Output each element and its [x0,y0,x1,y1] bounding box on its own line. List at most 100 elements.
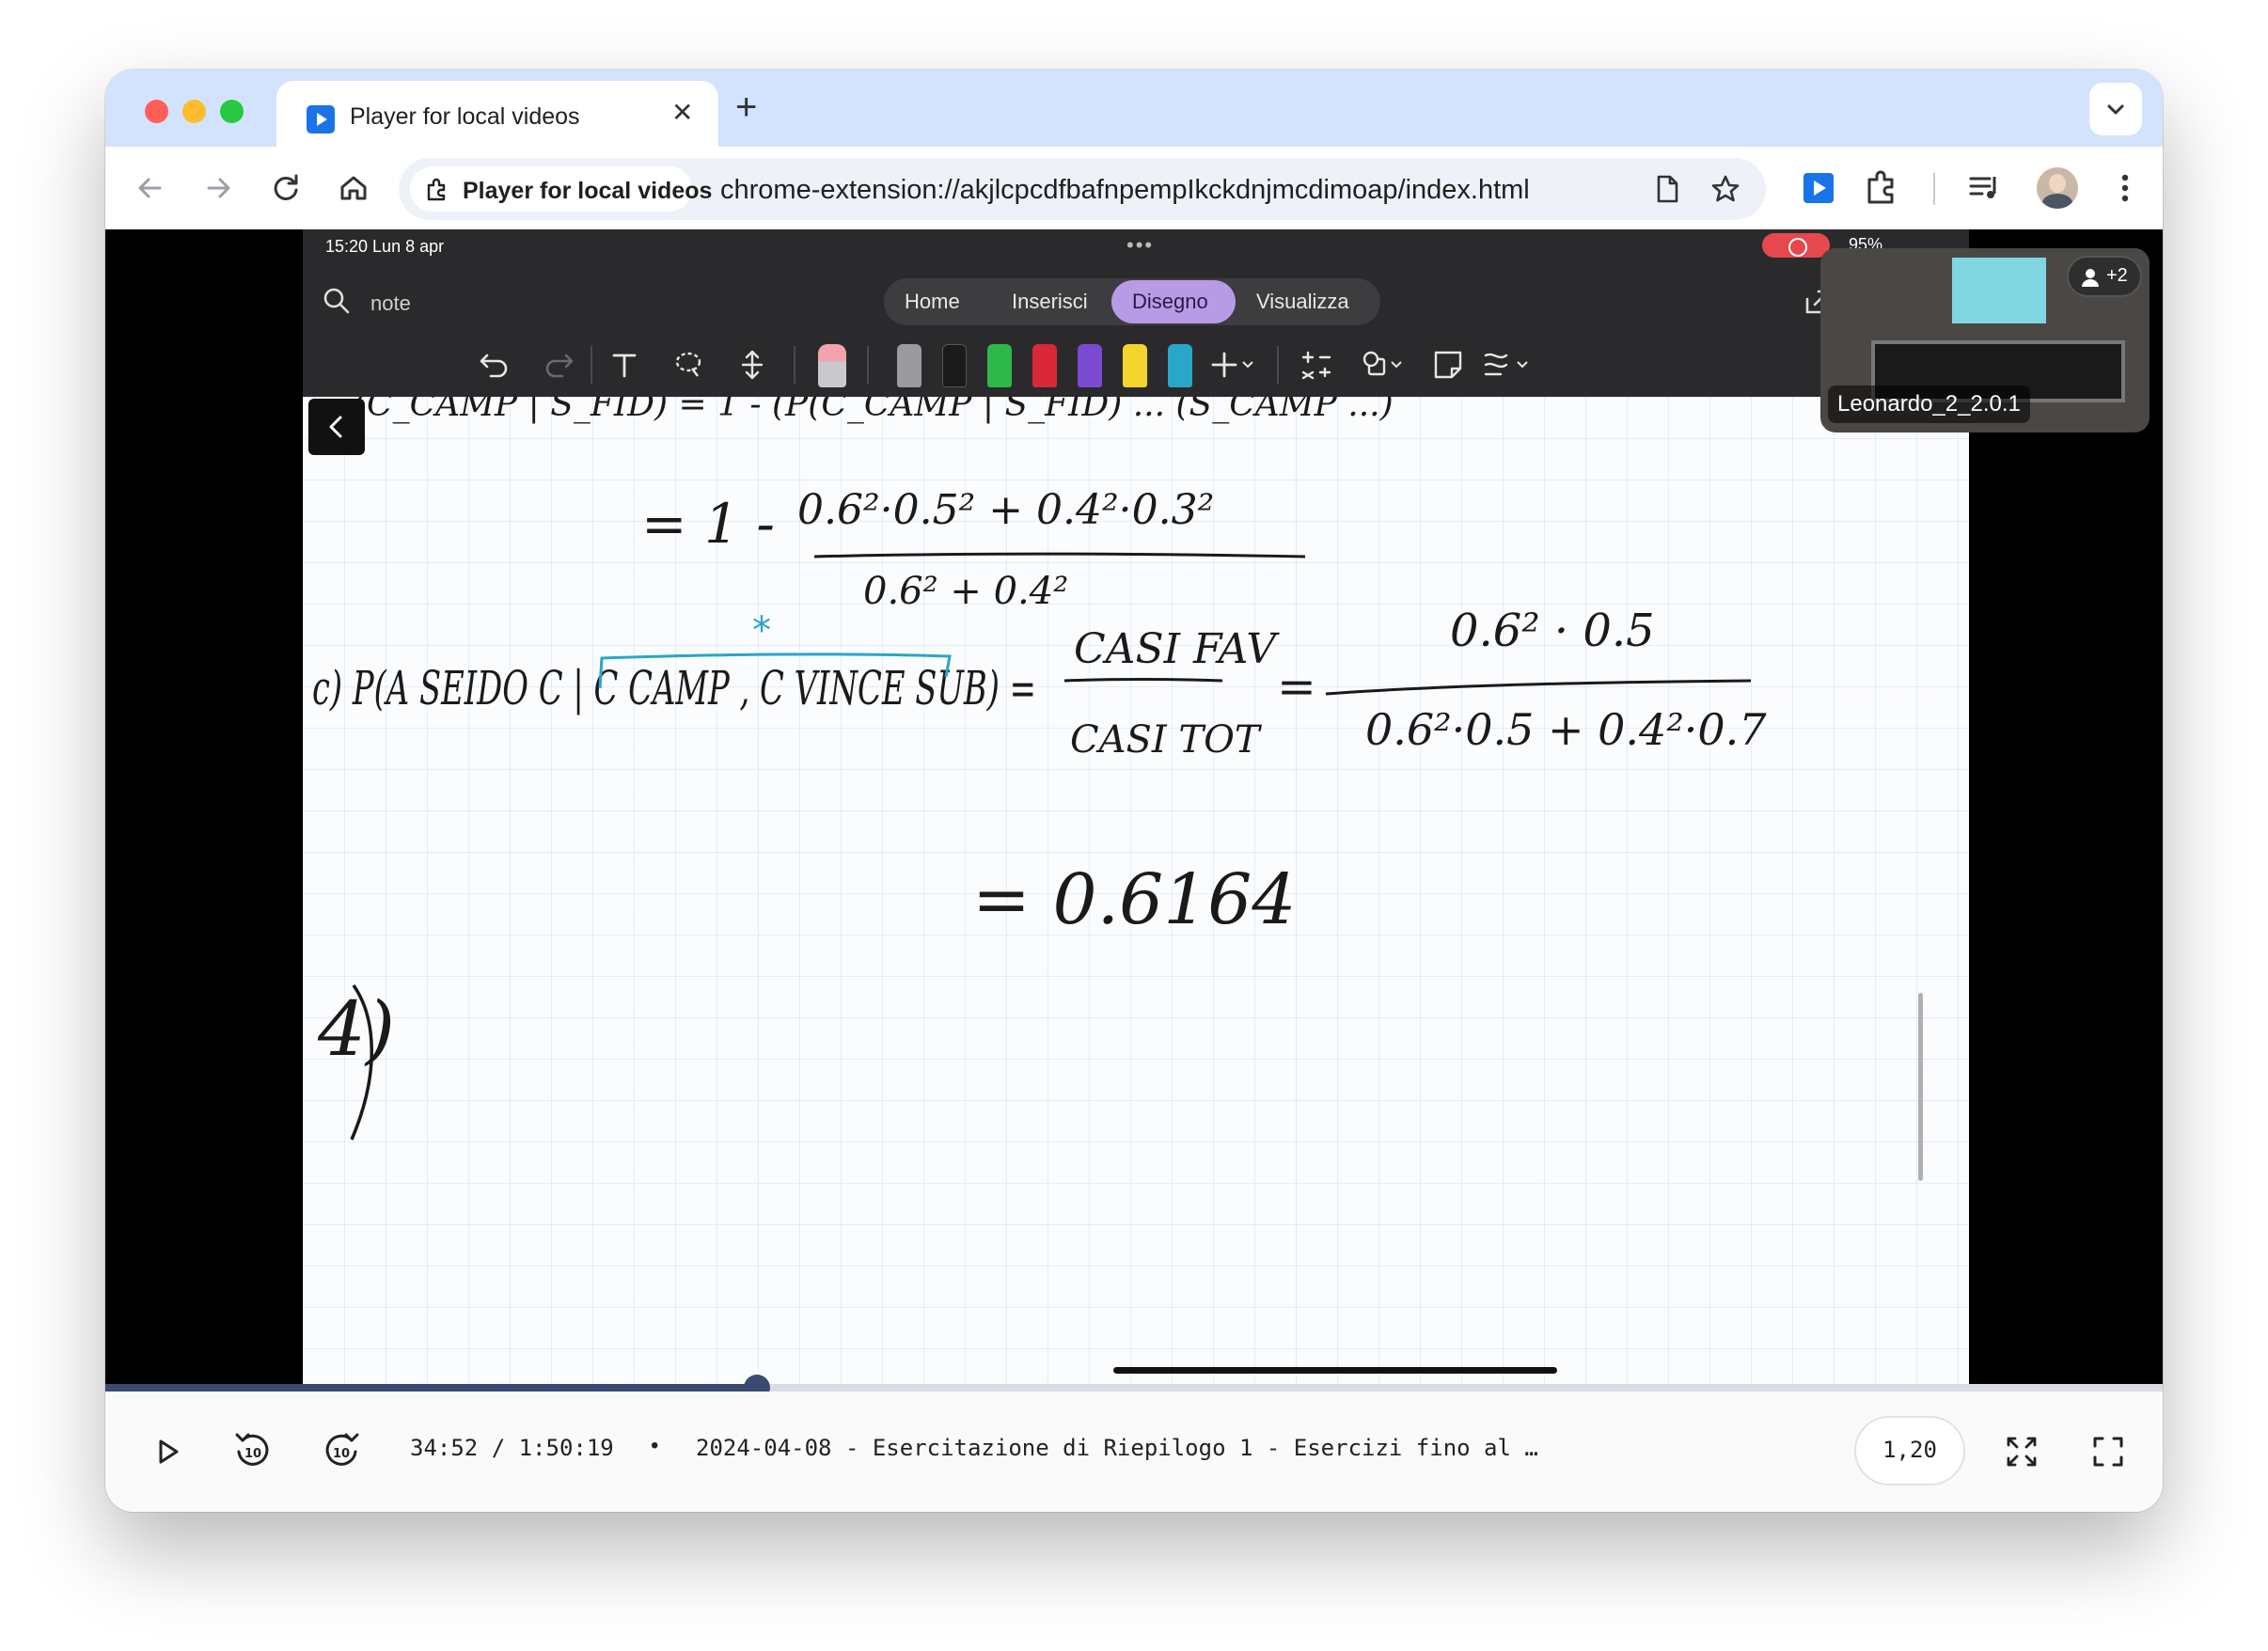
window-maximize-button[interactable] [220,100,244,123]
window-minimize-button[interactable] [182,100,206,123]
tab-strip: Player for local videos ✕ + [105,70,2163,147]
notes-back-button [308,399,365,455]
multitasking-dots-icon: ••• [1126,233,1155,257]
forward-10-icon: 10 [325,1433,359,1466]
media-controls-icon[interactable] [1963,167,2005,209]
new-tab-button[interactable]: + [735,88,757,126]
rewind-10-button[interactable]: 10 [231,1429,275,1472]
screen-record-indicator-icon [1762,233,1830,258]
chevron-down-icon [2107,104,2124,115]
toolbar-separator [867,346,869,384]
add-pen-icon [1211,352,1253,378]
hw-fraction-bar-2 [1063,678,1223,683]
svg-text:10: 10 [244,1447,261,1461]
hw-part-4: 4) [317,985,395,1073]
notes-ribbon-tabs: Home Inserisci Disegno Visualizza [884,278,1380,325]
toolbar-separator [794,346,795,384]
search-icon [323,288,350,314]
time-title-separator: • [651,1433,659,1458]
page-document-icon[interactable] [1651,173,1683,205]
browser-tab[interactable]: Player for local videos ✕ [276,81,718,147]
math-icon [1301,351,1331,380]
hw-fraction-bar-3 [1325,679,1752,696]
seek-bar-played [105,1384,757,1392]
person-icon [2082,269,2099,287]
tab-home: Home [905,290,960,313]
ipad-home-indicator [1113,1367,1557,1374]
hw-casi-tot: CASI TOT [1070,718,1263,762]
play-icon[interactable] [149,1433,186,1470]
svg-text:10: 10 [333,1447,350,1461]
ink-to-text-icon [1484,353,1528,376]
hw-star: * [752,609,771,653]
video-frame[interactable]: 15:20 Lun 8 apr ••• 95% note Home Inseri… [105,229,2163,1388]
fullscreen-icon[interactable] [2089,1433,2127,1470]
toolbar-separator [591,346,592,384]
back-arrow-icon[interactable] [130,167,171,209]
hw-eq1-prefix: = 1 - [641,492,775,556]
lasso-icon [675,352,701,377]
tab-title: Player for local videos [350,103,580,130]
player-extension-icon[interactable] [1798,167,1839,209]
ipad-screen-recording: 15:20 Lun 8 apr ••• 95% note Home Inseri… [303,229,1969,1384]
rewind-10-icon: 10 [235,1433,269,1466]
time-display: 34:52 / 1:50:19 [410,1435,614,1461]
hw-top-fragment: (C_CAMP | S_FID) = 1 - (P(C_CAMP | S_FID… [354,397,1394,424]
toolbar-separator [1277,346,1279,384]
highlighter-yellow-icon [1123,344,1147,387]
chevron-left-icon [329,416,342,438]
profile-avatar[interactable] [2037,167,2078,209]
tab-inserisci: Inserisci [1012,290,1088,313]
sticky-note-icon [1434,351,1462,379]
participant-video-tile: +2 Leonardo_2_2.0.1 [1820,248,2150,432]
url-text[interactable]: chrome-extension://akjlcpcdfbafnpempIkck… [720,175,1530,206]
highlighter-green-icon [987,344,1012,387]
tab-disegno: Disegno [1111,280,1236,323]
site-info-chip[interactable]: Player for local videos [410,166,712,212]
site-chip-label: Player for local videos [463,178,713,204]
handwritten-notes: (C_CAMP | S_FID) = 1 - (P(C_CAMP | S_FID… [312,397,1767,1140]
hw-eq1-numerator: 0.6²·0.5² + 0.4²·0.3² [797,486,1214,534]
home-icon[interactable] [333,167,374,209]
pen-cyan-icon [1168,344,1192,387]
notes-canvas: (C_CAMP | S_FID) = 1 - (P(C_CAMP | S_FID… [303,397,1969,1384]
tab-visualizza: Visualizza [1256,290,1349,313]
hw-casi-fav: CASI FAV [1074,625,1280,673]
tab-search-button[interactable] [2089,83,2142,135]
browser-window: Player for local videos ✕ + Player for l… [105,70,2163,1512]
shapes-icon [1362,351,1402,376]
text-tool-icon [612,354,637,378]
extensions-icon[interactable] [1862,167,1903,209]
notes-scroll-indicator [1918,993,1923,1181]
pen-red-icon [1032,344,1057,387]
insert-space-icon [741,350,764,380]
pen-purple-icon [1078,344,1102,387]
more-menu-icon[interactable] [2104,167,2146,209]
window-close-button[interactable] [145,100,168,123]
address-bar[interactable]: Player for local videos chrome-extension… [399,158,1766,220]
playback-speed-button[interactable]: 1,20 [1854,1416,1965,1486]
forward-10-button[interactable]: 10 [320,1429,363,1472]
player-favicon-icon [307,105,335,134]
ipad-status-time: 15:20 Lun 8 apr [325,237,445,256]
notes-search-label: note [370,291,411,315]
pen-gray-icon [897,344,921,387]
reload-icon[interactable] [265,167,307,209]
player-controls: 10 10 34:52 / 1:50:19 • 2024-04-08 - Ese… [105,1392,2163,1512]
forward-arrow-icon[interactable] [197,167,239,209]
eraser-icon [818,344,846,387]
extension-puzzle-icon [427,178,446,201]
undo-icon [480,354,508,378]
seek-bar[interactable] [105,1375,2163,1401]
hw-fraction-bar-1 [813,552,1306,558]
hw-eq2-denominator: 0.6²·0.5 + 0.4²·0.7 [1365,704,1767,755]
notes-app-toolbar: 15:20 Lun 8 apr ••• 95% note Home Inseri… [303,229,1969,397]
bookmark-star-icon[interactable] [1709,173,1741,205]
participants-badge: +2 [2067,256,2142,297]
zoom-fit-icon[interactable] [2003,1433,2040,1470]
toolbar-divider [1933,173,1935,205]
playback-speed-value: 1,20 [1882,1437,1937,1463]
tab-close-icon[interactable]: ✕ [671,100,693,126]
hw-part-c: c) P(A SEIDO C | C CAMP , C VINCE SUB) = [312,661,1036,715]
hw-eq2-numerator: 0.6² · 0.5 [1450,605,1655,657]
